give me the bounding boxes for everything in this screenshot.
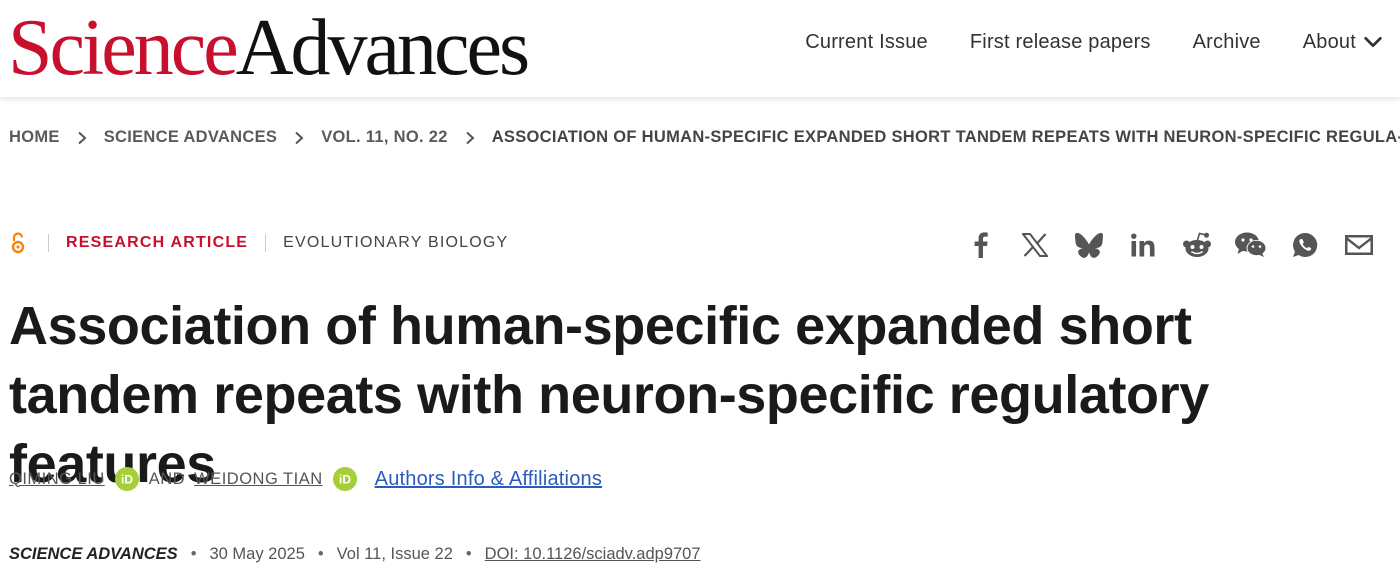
author-name[interactable]: QIMING LIU <box>9 470 105 489</box>
breadcrumb-current: ASSOCIATION OF HUMAN-SPECIFIC EXPANDED S… <box>491 128 1400 146</box>
whatsapp-icon[interactable] <box>1278 228 1332 262</box>
separator-dot: • <box>190 545 197 563</box>
chevron-right-icon <box>78 131 87 144</box>
chevron-down-icon <box>1364 36 1382 48</box>
separator-dot: • <box>317 545 324 563</box>
share-bar <box>954 228 1386 262</box>
article-type: RESEARCH ARTICLE <box>66 234 249 251</box>
article-subject[interactable]: EVOLUTIONARY BIOLOGY <box>283 234 508 252</box>
orcid-icon[interactable]: iD <box>114 467 139 491</box>
site-logo[interactable]: ScienceAdvances <box>8 4 530 92</box>
email-icon[interactable] <box>1332 228 1386 262</box>
authors-affiliations-link[interactable]: Authors Info & Affiliations <box>375 468 602 491</box>
nav-current-issue[interactable]: Current Issue <box>805 31 928 54</box>
citation-line: SCIENCE ADVANCES • 30 May 2025 • Vol 11,… <box>9 545 701 564</box>
reddit-icon[interactable] <box>1170 228 1224 262</box>
breadcrumb-journal[interactable]: SCIENCE ADVANCES <box>104 128 278 147</box>
doi-link[interactable]: DOI: 10.1126/sciadv.adp9707 <box>485 545 701 564</box>
logo-science: Science <box>8 4 239 92</box>
nav-archive[interactable]: Archive <box>1193 31 1261 54</box>
breadcrumb: HOME SCIENCE ADVANCES VOL. 11, NO. 22 AS… <box>9 128 1400 147</box>
wechat-icon[interactable] <box>1224 228 1278 262</box>
open-access-icon <box>11 232 25 254</box>
volume-issue[interactable]: Vol 11, Issue 22 <box>337 545 453 564</box>
orcid-icon[interactable]: iD <box>332 467 357 491</box>
author-conjunction: AND <box>148 469 186 488</box>
separator-dot: • <box>465 545 472 563</box>
author-name[interactable]: WEIDONG TIAN <box>194 470 323 489</box>
author-list: QIMING LIU iD AND WEIDONG TIAN iD Author… <box>9 467 602 491</box>
article-meta-row: RESEARCH ARTICLE EVOLUTIONARY BIOLOGY <box>10 232 508 254</box>
top-nav: Current Issue First release papers Archi… <box>805 22 1384 62</box>
divider <box>265 234 267 252</box>
bluesky-icon[interactable] <box>1062 228 1116 262</box>
linkedin-icon[interactable] <box>1116 228 1170 262</box>
nav-about[interactable]: About <box>1303 31 1384 54</box>
breadcrumb-issue[interactable]: VOL. 11, NO. 22 <box>321 128 447 147</box>
logo-advances: Advances <box>235 4 530 92</box>
nav-first-release[interactable]: First release papers <box>970 31 1151 54</box>
chevron-right-icon <box>295 131 304 144</box>
x-icon[interactable] <box>1008 228 1062 262</box>
publication-date: 30 May 2025 <box>209 545 305 563</box>
svg-text:iD: iD <box>121 473 133 487</box>
chevron-right-icon <box>466 131 475 144</box>
facebook-icon[interactable] <box>954 228 1008 262</box>
divider <box>48 234 49 252</box>
breadcrumb-home[interactable]: HOME <box>9 128 60 147</box>
svg-text:iD: iD <box>339 473 351 487</box>
journal-name: SCIENCE ADVANCES <box>9 545 178 563</box>
nav-about-label: About <box>1302 30 1356 53</box>
site-header: ScienceAdvances Current Issue First rele… <box>0 0 1400 97</box>
